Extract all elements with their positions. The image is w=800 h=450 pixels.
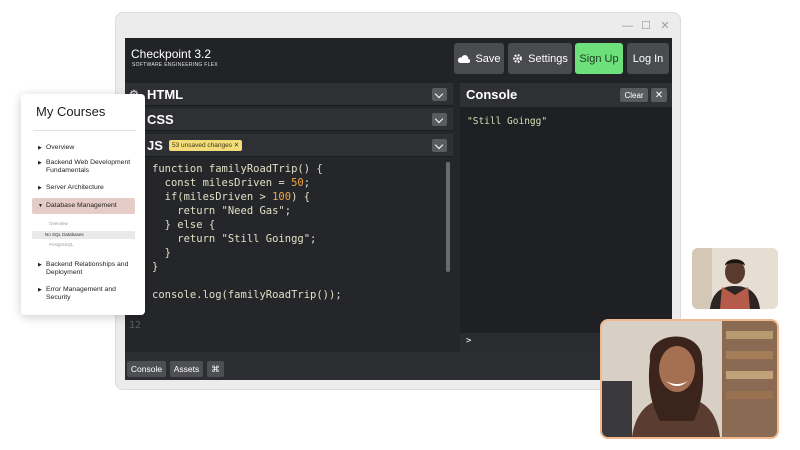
course-item-label: Database Management — [46, 202, 117, 209]
settings-label: Settings — [528, 52, 568, 65]
settings-button[interactable]: Settings — [508, 43, 572, 74]
css-panel-label: CSS — [147, 112, 174, 127]
close-icon[interactable]: ✕ — [660, 21, 670, 32]
save-label: Save — [475, 52, 501, 65]
course-item-label: Error Management and Security — [46, 286, 116, 301]
close-console-button[interactable]: ✕ — [651, 88, 667, 102]
bullet-icon: ▶ — [38, 145, 42, 151]
editor-footer: Console Assets ⌘ — [125, 352, 672, 380]
person-silhouette-icon — [602, 321, 777, 437]
person-silhouette-icon — [692, 248, 778, 309]
sign-up-label: Sign Up — [579, 52, 619, 65]
console-header: Console Clear ✕ — [460, 83, 672, 107]
unsaved-changes-badge[interactable]: 53 unsaved changes ✕ — [169, 140, 243, 151]
minimize-icon[interactable]: — — [622, 21, 633, 32]
log-in-button[interactable]: Log In — [627, 43, 669, 74]
bullet-down-icon: ▼ — [38, 203, 43, 209]
console-tab-button[interactable]: Console — [127, 361, 166, 377]
js-code-editor[interactable]: function familyRoadTrip() { const milesD… — [125, 158, 453, 352]
save-button[interactable]: Save — [454, 43, 504, 74]
js-panel-label: JS — [147, 138, 163, 153]
subitem-label: No SQL Databases — [45, 232, 84, 237]
code-line: function familyRoadTrip() { — [152, 163, 323, 175]
editor-scrollbar[interactable] — [446, 162, 450, 272]
sign-up-button[interactable]: Sign Up — [575, 43, 623, 74]
participant-video-small[interactable] — [692, 248, 778, 309]
clear-button[interactable]: Clear — [620, 88, 648, 102]
code-editor-app: Checkpoint 3.2 SOFTWARE ENGINEERING FLEX… — [125, 38, 672, 380]
console-panel: Console Clear ✕ "Still Goingg" > — [460, 83, 672, 352]
course-item-label: Backend Relationships and Deployment — [46, 261, 129, 276]
chevron-down-icon[interactable] — [432, 113, 447, 126]
chevron-down-icon[interactable] — [432, 88, 447, 101]
course-item-label: Backend Web Development Fundamentals — [46, 159, 131, 174]
gear-icon — [513, 54, 523, 63]
html-panel-header[interactable]: ⚙ HTML — [125, 83, 453, 106]
chevron-down-icon[interactable] — [432, 139, 447, 152]
divider — [33, 130, 136, 131]
line-number: 12 — [129, 320, 142, 331]
code-line: return "Still Goingg"; — [152, 233, 317, 245]
code-line: } else { — [152, 219, 216, 231]
code-line: const milesDriven = 50; — [152, 177, 311, 189]
participant-video-large[interactable] — [600, 319, 779, 439]
subitem-no-sql-databases[interactable]: No SQL Databases — [32, 231, 135, 239]
code-line: } — [152, 261, 159, 273]
code-line: } — [152, 247, 171, 259]
subitem-overview[interactable]: Overview — [49, 221, 68, 226]
cloud-icon — [458, 55, 471, 63]
assets-tab-button[interactable]: Assets — [170, 361, 203, 377]
code-line: return "Need Gas"; — [152, 205, 292, 217]
unsaved-changes-text: 53 unsaved changes — [172, 142, 232, 149]
console-output: "Still Goingg" — [467, 116, 548, 127]
course-item-label: Overview — [46, 144, 75, 151]
course-item-label: Server Architecture — [46, 184, 104, 191]
bullet-icon: ▶ — [38, 287, 42, 293]
app-title: Checkpoint 3.2 — [131, 47, 212, 61]
subitem-postgresql[interactable]: PostgreSQL — [49, 242, 74, 247]
maximize-icon[interactable]: ☐ — [641, 21, 651, 32]
shortcuts-button[interactable]: ⌘ — [207, 361, 224, 377]
app-subtitle: SOFTWARE ENGINEERING FLEX — [132, 62, 218, 68]
window-controls: — ☐ ✕ — [622, 21, 670, 32]
html-panel-label: HTML — [147, 87, 184, 102]
bullet-icon: ▶ — [38, 185, 42, 191]
console-prompt: > — [466, 336, 472, 346]
code-line: console.log(familyRoadTrip()); — [152, 289, 342, 301]
my-courses-card: My Courses ▶ Overview ▶ Backend Web Deve… — [21, 94, 145, 315]
js-panel-header[interactable]: JS 53 unsaved changes ✕ — [125, 134, 453, 157]
log-in-label: Log In — [632, 52, 664, 65]
code-line: if(milesDriven > 100) { — [152, 191, 311, 203]
app-header: Checkpoint 3.2 SOFTWARE ENGINEERING FLEX… — [125, 38, 672, 83]
bullet-icon: ▶ — [38, 262, 42, 268]
bullet-icon: ▶ — [38, 160, 42, 166]
course-item-database-management[interactable]: ▼ Database Management — [32, 198, 135, 214]
courses-title: My Courses — [36, 104, 106, 119]
console-title: Console — [466, 87, 518, 102]
css-panel-header[interactable]: CSS — [125, 108, 453, 131]
